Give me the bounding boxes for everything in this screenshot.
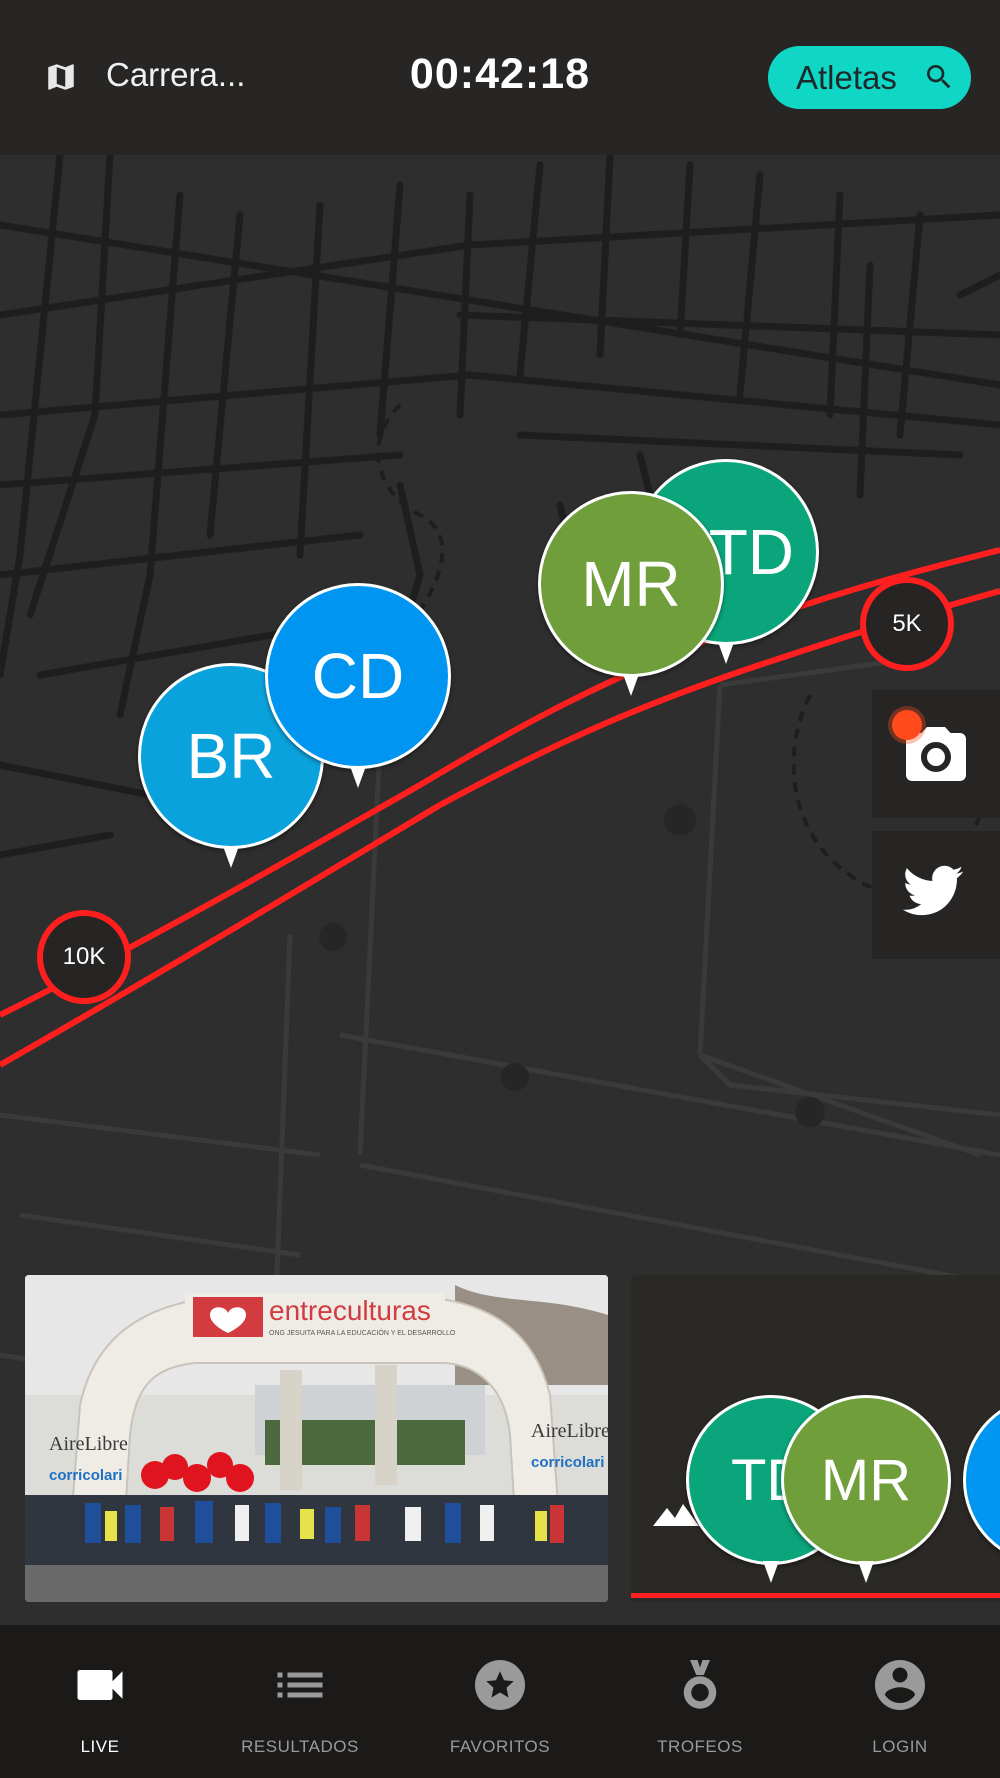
athlete-marker-cd[interactable]: CD [265, 583, 451, 793]
twitter-button[interactable] [872, 831, 1000, 959]
banner-text: entreculturas [269, 1295, 431, 1326]
sponsor-left-2: corricolari [49, 1467, 122, 1484]
nav-label: LIVE [80, 1737, 120, 1756]
sponsor-right: AireLibre [531, 1420, 608, 1442]
athlete-bubble: MR [781, 1395, 951, 1565]
nav-label: FAVORITOS [449, 1737, 551, 1756]
account-icon [868, 1653, 932, 1717]
km-marker-10k[interactable]: 10K [37, 910, 131, 1004]
recording-indicator [892, 710, 922, 740]
athletes-search-button[interactable]: Atletas [768, 46, 971, 109]
athlete-bubble: CD [265, 583, 451, 769]
sponsor-left: AireLibre [49, 1433, 128, 1455]
marker-pin [763, 1561, 779, 1583]
athlete-marker-mr[interactable]: MR [538, 491, 724, 701]
medal-icon [668, 1653, 732, 1717]
route-line [631, 1593, 1000, 1598]
marker-pin [350, 766, 366, 788]
athlete-bubble [963, 1395, 1000, 1565]
twitter-icon [902, 865, 964, 916]
search-icon [927, 65, 951, 89]
video-camera-icon [68, 1653, 132, 1717]
map-preview-card[interactable]: TD MR [631, 1275, 1000, 1602]
nav-label: RESULTADOS [241, 1737, 359, 1756]
camera-button[interactable] [872, 690, 1000, 818]
marker-pin [623, 674, 639, 696]
star-icon [468, 1653, 532, 1717]
athletes-button-label: Atletas [796, 58, 897, 96]
race-photo-card[interactable]: entreculturas ONG JESUITA PARA LA EDUCAC… [25, 1275, 608, 1602]
nav-item-live[interactable]: LIVE [0, 1625, 200, 1778]
nav-label: LOGIN [872, 1737, 928, 1756]
preview-marker-blue [963, 1395, 1000, 1585]
list-icon [268, 1653, 332, 1717]
sponsor-right-2: corricolari [531, 1454, 604, 1471]
km-marker-5k[interactable]: 5K [860, 577, 954, 671]
nav-label: TROFEOS [657, 1737, 743, 1756]
athlete-bubble: MR [538, 491, 724, 677]
nav-item-favoritos[interactable]: FAVORITOS [400, 1625, 600, 1778]
preview-marker-mr: MR [781, 1395, 951, 1590]
nav-item-trofeos[interactable]: TROFEOS [600, 1625, 800, 1778]
marker-pin [223, 846, 239, 868]
nav-item-resultados[interactable]: RESULTADOS [200, 1625, 400, 1778]
race-start-photo: entreculturas ONG JESUITA PARA LA EDUCAC… [25, 1275, 608, 1602]
bottom-navigation: LIVE RESULTADOS FAVORITOS TROFEOS LOGIN [0, 1625, 1000, 1778]
top-bar: Carrera... 00:42:18 Atletas [0, 0, 1000, 155]
banner-subtext: ONG JESUITA PARA LA EDUCACIÓN Y EL DESAR… [269, 1328, 456, 1337]
nav-item-login[interactable]: LOGIN [800, 1625, 1000, 1778]
marker-pin [858, 1561, 874, 1583]
